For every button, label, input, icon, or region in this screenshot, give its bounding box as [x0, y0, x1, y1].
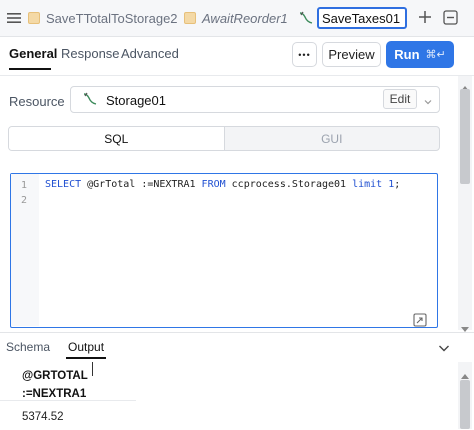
mode-toggle: SQL GUI — [8, 126, 440, 151]
line-number: 1 — [21, 180, 28, 191]
query-tab-icon — [184, 12, 196, 24]
mode-sql[interactable]: SQL — [9, 127, 225, 150]
edit-resource-button[interactable]: Edit — [383, 89, 417, 109]
sql-editor[interactable] — [10, 173, 438, 328]
tab-response[interactable]: Response — [61, 46, 120, 61]
column-header[interactable]: @GRTOTAL :=NEXTRA1 — [22, 367, 88, 403]
run-shortcut: ⌘↵ — [425, 49, 446, 61]
query-tab-icon — [28, 12, 40, 24]
menu-icon[interactable] — [6, 10, 22, 26]
sql-keyword: limit — [352, 179, 383, 190]
scrollbar-thumb[interactable] — [460, 89, 470, 184]
tab-rename-input[interactable]: SaveTaxes01 — [317, 7, 407, 29]
chevron-down-icon[interactable] — [438, 340, 450, 352]
expand-editor-icon[interactable] — [413, 313, 427, 327]
tab-output[interactable]: Output — [68, 340, 104, 354]
tab-await-reorder[interactable]: AwaitReorder1 — [184, 0, 288, 36]
active-tab-underline — [66, 357, 106, 359]
sql-text: @GrTotal :=NEXTRA1 — [81, 179, 202, 190]
column-header-line: @GRTOTAL — [22, 370, 88, 382]
tab-save-total[interactable]: SaveTTotalToStorage2 — [28, 0, 178, 36]
scrollbar-thumb[interactable] — [460, 380, 470, 429]
chevron-down-icon[interactable] — [423, 94, 433, 105]
column-resize-handle[interactable] — [92, 362, 93, 376]
run-button[interactable]: Run ⌘↵ — [386, 41, 454, 68]
table-cell: 5374.52 — [22, 411, 64, 423]
tab-schema[interactable]: Schema — [6, 340, 50, 354]
active-tab-underline — [9, 68, 51, 70]
resource-label: Resource — [9, 94, 65, 109]
collapse-icon[interactable] — [442, 9, 458, 25]
tab-label: SaveTTotalToStorage2 — [46, 10, 178, 26]
sql-keyword: FROM — [201, 179, 226, 190]
mode-gui[interactable]: GUI — [225, 127, 440, 150]
sql-keyword: SELECT — [45, 179, 82, 190]
tab-label: AwaitReorder1 — [202, 10, 288, 26]
row-divider — [0, 400, 136, 401]
preview-button[interactable]: Preview — [322, 42, 381, 67]
more-options-button[interactable]: ••• — [292, 42, 317, 67]
sql-text: ; — [394, 179, 401, 190]
sql-code-line[interactable]: SELECT @GrTotal :=NEXTRA1 FROM ccprocess… — [45, 179, 400, 190]
tab-general[interactable]: General — [9, 46, 57, 61]
resource-icon — [82, 91, 98, 107]
line-number: 2 — [21, 195, 28, 206]
scroll-down-icon[interactable] — [461, 320, 469, 332]
toolbar-divider — [0, 75, 474, 76]
scroll-up-icon[interactable] — [461, 78, 469, 91]
sql-text: ccprocess.Storage01 — [225, 179, 353, 190]
scroll-up-icon[interactable] — [461, 366, 469, 379]
tab-advanced[interactable]: Advanced — [121, 46, 179, 61]
resource-name: Storage01 — [106, 93, 166, 108]
add-tab-icon[interactable] — [417, 9, 433, 25]
run-label: Run — [394, 47, 420, 62]
resource-icon — [298, 10, 314, 26]
